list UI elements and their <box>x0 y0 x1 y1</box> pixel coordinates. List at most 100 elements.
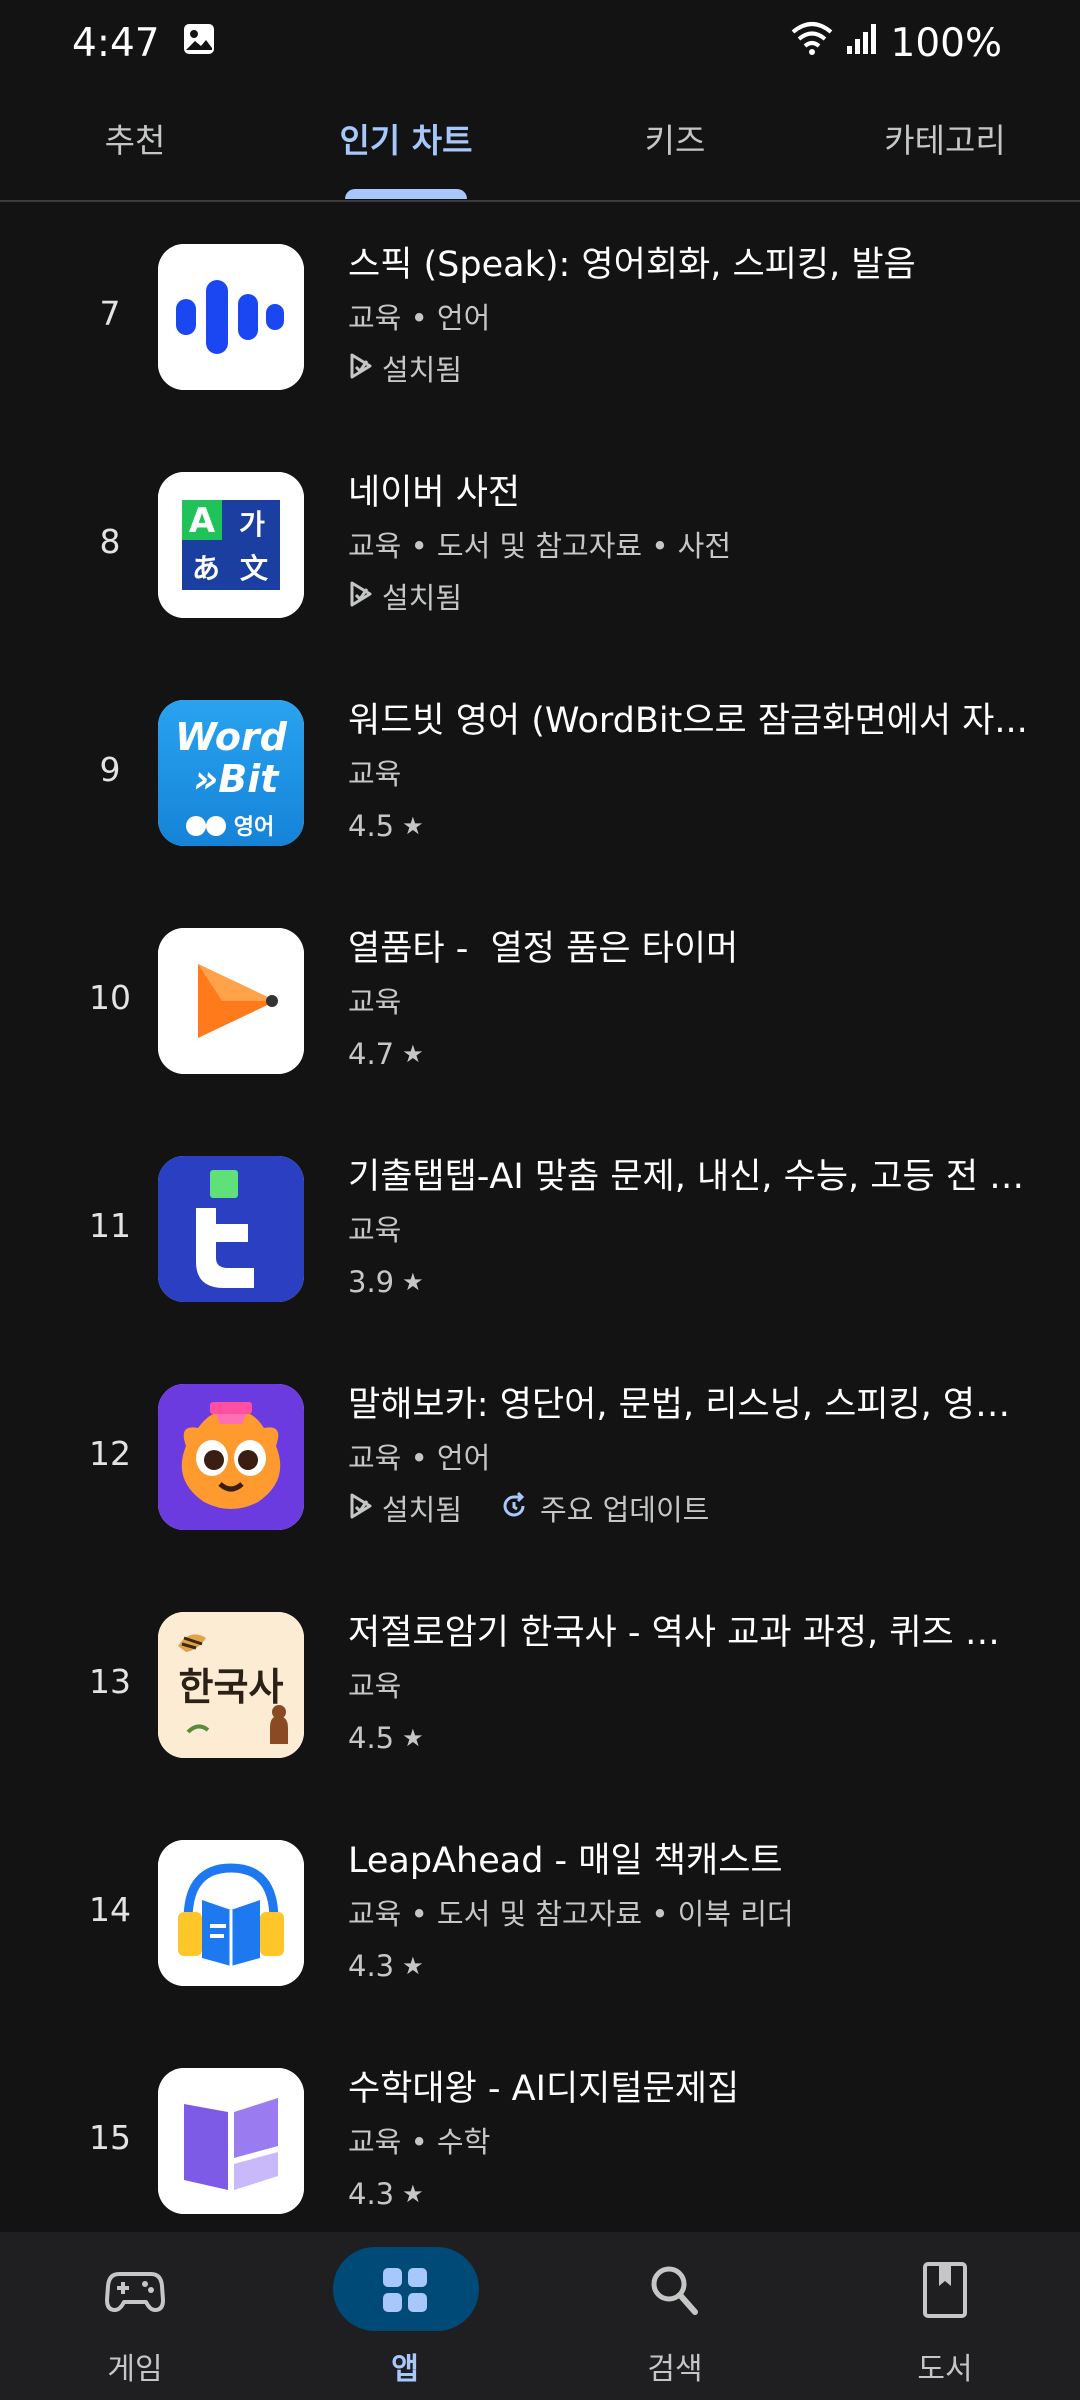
rank-number: 8 <box>99 522 121 561</box>
tab-kids[interactable]: 키즈 <box>645 114 706 162</box>
update-label: 주요 업데이트 <box>540 1493 710 1527</box>
leapahead-app-icon[interactable] <box>158 1840 304 1986</box>
list-item[interactable]: 13 한국사 저절로암기 한국사 - 역사 교과 과정, 퀴즈 알람 교육 4.… <box>0 1568 1080 1796</box>
signal-icon <box>845 21 879 66</box>
update-badge: 주요 업데이트 <box>500 1490 709 1530</box>
wifi-icon <box>791 20 833 66</box>
star-icon: ★ <box>402 2180 424 2208</box>
app-title: 저절로암기 한국사 - 역사 교과 과정, 퀴즈 알람 <box>348 1613 1028 1653</box>
status-bar: 4:47 100% <box>0 0 1080 86</box>
math-king-app-icon[interactable] <box>158 2068 304 2214</box>
rating-value: 4.5 <box>348 809 395 843</box>
nav-label: 게임 <box>107 2352 163 2387</box>
star-icon: ★ <box>402 1724 424 1752</box>
svg-text:Word: Word <box>175 715 288 759</box>
list-item[interactable]: 9 Word »Bit 영어 워드빗 영어 (WordBit으로 잠금화면에서 … <box>0 656 1080 884</box>
installed-icon <box>348 350 374 390</box>
tabtab-app-icon[interactable] <box>158 1156 304 1302</box>
rank-number: 11 <box>89 1206 131 1245</box>
app-title: 말해보카: 영단어, 문법, 리스닝, 스피킹, 영어 ... <box>348 1385 1028 1425</box>
app-rating: 4.7 ★ <box>348 1034 1028 1074</box>
update-icon <box>500 1490 528 1530</box>
installed-icon <box>348 578 374 618</box>
app-category: 교육 <box>348 1669 402 1703</box>
installed-label: 설치됨 <box>382 581 463 615</box>
nav-label: 앱 <box>391 2352 419 2387</box>
app-title: 네이버 사전 <box>348 473 521 513</box>
list-item[interactable]: 10 열품타 - 열정 품은 타이머 교육 4.7 ★ <box>0 884 1080 1112</box>
app-category: 교육 <box>348 757 402 791</box>
list-item[interactable]: 7 스픽 (Speak): 영어회화, 스피킹, 발음 교육 • 언어 설치됨 <box>0 200 1080 428</box>
wordbit-app-icon[interactable]: Word »Bit 영어 <box>158 700 304 846</box>
app-title: 스픽 (Speak): 영어회화, 스피킹, 발음 <box>348 245 916 285</box>
gamepad-icon <box>105 2272 165 2312</box>
bottom-navigation: 게임 앱 검색 도서 <box>0 2232 1080 2400</box>
nav-books[interactable]: 도서 <box>865 2232 1025 2400</box>
list-item[interactable]: 8 A 가 あ 文 네이버 사전 교육 • 도서 및 참고자료 • 사전 설치됨 <box>0 428 1080 656</box>
list-item[interactable]: 15 수학대왕 - AI디지털문제집 교육 • 수학 4.3 ★ <box>0 2024 1080 2252</box>
app-rating: 4.5 ★ <box>348 806 1028 846</box>
app-title: 워드빗 영어 (WordBit으로 잠금화면에서 자... <box>348 701 1028 741</box>
rating-value: 4.3 <box>348 1949 395 1983</box>
nav-label: 도서 <box>917 2352 973 2387</box>
yeolpumta-app-icon[interactable] <box>158 928 304 1074</box>
book-icon <box>923 2262 967 2318</box>
install-status: 설치됨 <box>348 578 1028 618</box>
malhaevoca-app-icon[interactable] <box>158 1384 304 1530</box>
app-category: 교육 <box>348 985 402 1019</box>
tab-indicator <box>345 189 467 199</box>
app-rating: 4.3 ★ <box>348 2174 1028 2214</box>
install-status: 설치됨 주요 업데이트 <box>348 1490 1028 1530</box>
app-category: 교육 • 도서 및 참고자료 • 사전 <box>348 529 732 563</box>
speak-app-icon[interactable] <box>158 244 304 390</box>
svg-text:文: 文 <box>240 552 268 585</box>
installed-label: 설치됨 <box>382 353 463 387</box>
app-title: LeapAhead - 매일 책캐스트 <box>348 1841 783 1881</box>
korean-history-app-icon[interactable]: 한국사 <box>158 1612 304 1758</box>
tab-recommended[interactable]: 추천 <box>105 114 166 162</box>
nav-games[interactable]: 게임 <box>55 2232 215 2400</box>
list-item[interactable]: 14 LeapAhead - 매일 책캐스트 교육 • 도서 및 참고자료 • … <box>0 1796 1080 2024</box>
rating-value: 4.3 <box>348 2177 395 2211</box>
rank-number: 9 <box>99 750 121 789</box>
svg-text:あ: あ <box>192 552 220 585</box>
apps-grid-icon <box>383 2268 427 2312</box>
tab-top-charts[interactable]: 인기 차트 <box>340 114 473 162</box>
app-rating: 4.3 ★ <box>348 1946 1028 1986</box>
battery-percent: 100% <box>890 20 1003 66</box>
nav-search[interactable]: 검색 <box>595 2232 755 2400</box>
app-rating: 4.5 ★ <box>348 1718 1028 1758</box>
svg-text:한국사: 한국사 <box>179 1664 284 1709</box>
app-title: 기출탭탭-AI 맞춤 문제, 내신, 수능, 고등 전 과목 <box>348 1157 1028 1197</box>
list-item[interactable]: 12 말해보카: 영단어, 문법, 리스닝, 스피킹, 영어 ... 교육 • … <box>0 1340 1080 1568</box>
svg-text:»Bit: »Bit <box>194 757 281 801</box>
app-rating: 3.9 ★ <box>348 1262 1028 1302</box>
star-icon: ★ <box>402 1268 424 1296</box>
rank-number: 13 <box>89 1662 131 1701</box>
app-category: 교육 • 언어 <box>348 1441 491 1475</box>
nav-apps[interactable]: 앱 <box>325 2232 485 2400</box>
image-icon <box>182 21 216 66</box>
rank-number: 14 <box>89 1890 131 1929</box>
tab-categories[interactable]: 카테고리 <box>884 114 1005 162</box>
installed-icon <box>348 1490 374 1530</box>
star-icon: ★ <box>402 1040 424 1068</box>
app-title: 열품타 - 열정 품은 타이머 <box>348 929 739 969</box>
rank-number: 10 <box>89 978 131 1017</box>
rating-value: 3.9 <box>348 1265 395 1299</box>
installed-label: 설치됨 <box>382 1493 463 1527</box>
rank-number: 12 <box>89 1434 131 1473</box>
top-tabs: 추천 인기 차트 키즈 카테고리 <box>0 96 1080 202</box>
app-category: 교육 • 언어 <box>348 301 491 335</box>
install-status: 설치됨 <box>348 350 1028 390</box>
rating-value: 4.7 <box>348 1037 395 1071</box>
rank-number: 7 <box>99 294 121 333</box>
nav-label: 검색 <box>647 2352 703 2387</box>
search-icon <box>651 2266 698 2315</box>
rank-number: 15 <box>89 2118 131 2157</box>
app-category: 교육 <box>348 1213 402 1247</box>
naver-dictionary-app-icon[interactable]: A 가 あ 文 <box>158 472 304 618</box>
list-item[interactable]: 11 기출탭탭-AI 맞춤 문제, 내신, 수능, 고등 전 과목 교육 3.9… <box>0 1112 1080 1340</box>
star-icon: ★ <box>402 1952 424 1980</box>
rating-value: 4.5 <box>348 1721 395 1755</box>
